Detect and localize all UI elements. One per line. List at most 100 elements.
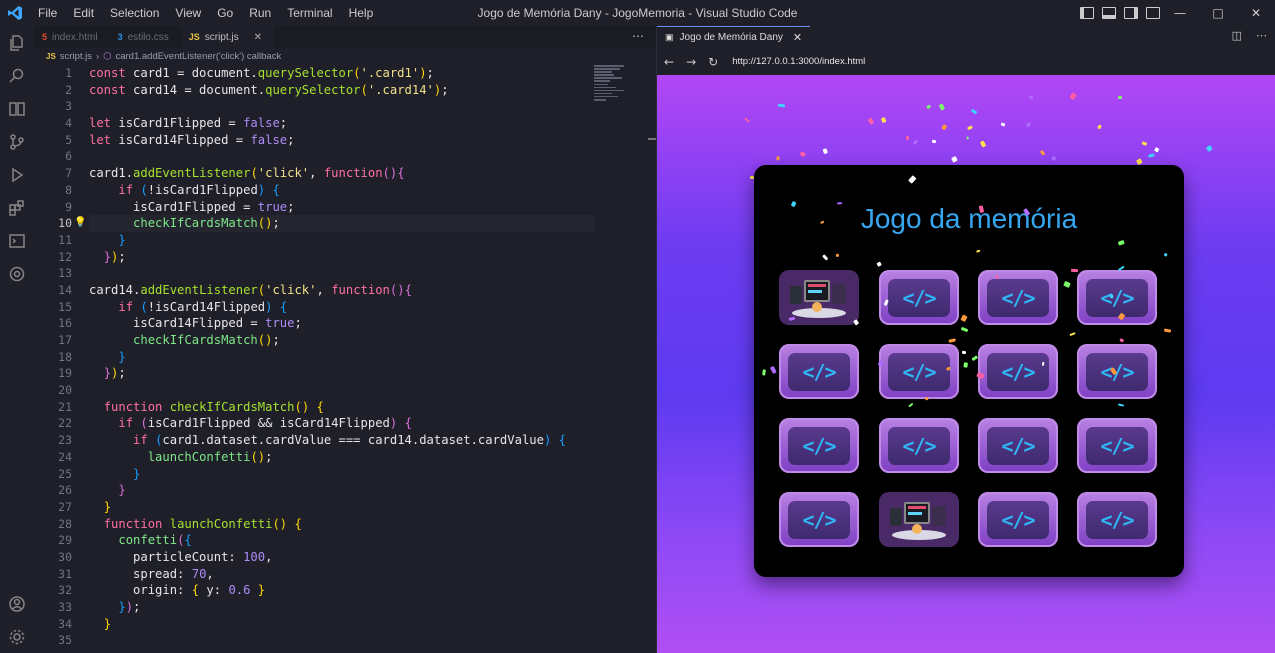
search-icon[interactable] — [0, 59, 34, 92]
confetti-particle — [966, 124, 973, 131]
tab-script-js[interactable]: JS script.js ✕ — [180, 26, 275, 48]
html-file-icon: 5 — [42, 32, 48, 42]
menu-selection[interactable]: Selection — [102, 0, 167, 26]
memory-card[interactable]: </> — [1077, 418, 1157, 473]
simple-browser-panel: ▣ Jogo de Memória Dany ✕ ◫ ⋯ ← → ↻ http:… — [656, 26, 1275, 653]
code-line: 14 card14.addEventListener('click', funct… — [58, 282, 412, 297]
customize-layout-icon[interactable] — [1146, 7, 1160, 19]
confetti-particle — [1154, 146, 1160, 152]
code-symbol-icon: </> — [888, 352, 950, 391]
back-arrow-icon[interactable]: ← — [664, 55, 674, 69]
activity-bar — [0, 26, 34, 653]
close-tab-icon[interactable]: ✕ — [254, 32, 262, 43]
code-line: 35 — [58, 633, 72, 648]
confetti-particle — [1039, 149, 1045, 156]
memory-card[interactable]: </> — [779, 418, 859, 473]
confetti-particle — [1147, 153, 1155, 158]
confetti-particle — [979, 140, 987, 148]
memory-card[interactable]: </> — [879, 270, 959, 325]
more-actions-icon[interactable]: ⋯ — [1256, 29, 1267, 42]
memory-card[interactable]: </> — [879, 418, 959, 473]
memory-card[interactable]: </> — [779, 344, 859, 399]
confetti-particle — [1068, 92, 1077, 101]
lightbulb-icon[interactable]: 💡 — [72, 215, 89, 232]
remote-icon[interactable] — [0, 257, 34, 290]
confetti-particle — [941, 124, 948, 131]
confetti-particle — [778, 103, 786, 108]
menu-edit[interactable]: Edit — [65, 0, 102, 26]
memory-card[interactable]: </> — [879, 344, 959, 399]
run-debug-icon[interactable] — [0, 158, 34, 191]
layout-controls — [1080, 0, 1160, 26]
code-line: 5 let isCard14Flipped = false; — [65, 132, 295, 147]
minimap[interactable] — [594, 65, 636, 115]
browser-tabs: ▣ Jogo de Memória Dany ✕ — [657, 26, 1275, 48]
confetti-particle — [931, 140, 937, 144]
toggle-primary-sidebar-icon[interactable] — [1080, 7, 1094, 19]
title-bar: File Edit Selection View Go Run Terminal… — [0, 0, 1275, 26]
confetti-particle — [800, 151, 807, 158]
code-line: 8 if (!isCard1Flipped) { — [65, 182, 280, 197]
chevron-right-icon: › — [96, 50, 100, 62]
code-line: 3 — [65, 99, 72, 114]
tab-preview[interactable]: ▣ Jogo de Memória Dany ✕ — [657, 26, 811, 48]
url-input[interactable]: http://127.0.0.1:3000/index.html — [732, 56, 865, 67]
confetti-particle — [938, 103, 945, 111]
book-icon[interactable] — [0, 92, 34, 125]
breadcrumb-symbol[interactable]: card1.addEventListener('click') callback — [115, 51, 281, 62]
extensions-icon[interactable] — [0, 191, 34, 224]
confetti-particle — [1051, 155, 1057, 162]
code-line: 32 origin: { y: 0.6 } — [58, 583, 266, 598]
tab-index-html[interactable]: 5 index.html — [34, 26, 110, 48]
code-editor[interactable]: 1 const card1 = document.querySelector('.… — [34, 65, 656, 649]
menu-run[interactable]: Run — [241, 0, 279, 26]
memory-card[interactable]: </> — [978, 270, 1058, 325]
toggle-panel-icon[interactable] — [1102, 7, 1116, 19]
account-icon[interactable] — [0, 587, 34, 620]
tab-estilo-css[interactable]: 3 estilo.css — [110, 26, 181, 48]
code-line: 27 } — [58, 499, 112, 514]
more-actions-icon[interactable]: ⋯ — [632, 29, 644, 43]
source-control-icon[interactable] — [0, 125, 34, 158]
menu-help[interactable]: Help — [341, 0, 382, 26]
terminal-icon[interactable] — [0, 224, 34, 257]
memory-card-flipped[interactable] — [879, 492, 959, 547]
memory-card[interactable]: </> — [1077, 344, 1157, 399]
code-line: 4 let isCard1Flipped = false; — [65, 116, 288, 131]
menu-terminal[interactable]: Terminal — [279, 0, 340, 26]
memory-card-flipped[interactable] — [779, 270, 859, 325]
editor-tabs: 5 index.html 3 estilo.css JS script.js ✕… — [34, 26, 656, 48]
reload-icon[interactable]: ↻ — [708, 55, 718, 69]
memory-card[interactable]: </> — [978, 344, 1058, 399]
memory-card[interactable]: </> — [1077, 492, 1157, 547]
forward-arrow-icon[interactable]: → — [686, 55, 696, 69]
minimize-icon[interactable]: — — [1161, 0, 1199, 26]
code-line: 26 } — [58, 483, 126, 498]
breadcrumb-file[interactable]: script.js — [60, 51, 92, 62]
code-line: 16 isCard14Flipped = true; — [58, 316, 302, 331]
confetti-particle — [881, 117, 887, 124]
code-line: 33 }); — [58, 600, 141, 614]
memory-card[interactable]: </> — [978, 418, 1058, 473]
close-tab-icon[interactable]: ✕ — [793, 31, 802, 44]
scrollbar[interactable] — [648, 138, 656, 140]
close-icon[interactable]: ✕ — [1237, 0, 1275, 26]
browser-panel-tools: ◫ ⋯ — [1232, 29, 1267, 42]
menu-go[interactable]: Go — [209, 0, 241, 26]
code-line: 29 confetti({ — [58, 533, 192, 548]
code-line: 19 }); — [58, 366, 126, 381]
code-line: 20 — [58, 383, 72, 398]
window-controls: — □ ✕ — [1161, 0, 1275, 26]
menu-file[interactable]: File — [30, 0, 65, 26]
split-editor-icon[interactable]: ◫ — [1232, 29, 1242, 42]
menu-view[interactable]: View — [167, 0, 209, 26]
settings-gear-icon[interactable] — [0, 620, 34, 653]
memory-card[interactable]: </> — [779, 492, 859, 547]
toggle-secondary-sidebar-icon[interactable] — [1124, 7, 1138, 19]
maximize-icon[interactable]: □ — [1199, 0, 1237, 26]
memory-game-board: Jogo da memória </> </> </> </> </> </> </> </>… — [754, 165, 1184, 577]
explorer-icon[interactable] — [0, 26, 34, 59]
memory-card[interactable]: </> — [1077, 270, 1157, 325]
menu-bar: File Edit Selection View Go Run Terminal… — [30, 0, 381, 26]
memory-card[interactable]: </> — [978, 492, 1058, 547]
